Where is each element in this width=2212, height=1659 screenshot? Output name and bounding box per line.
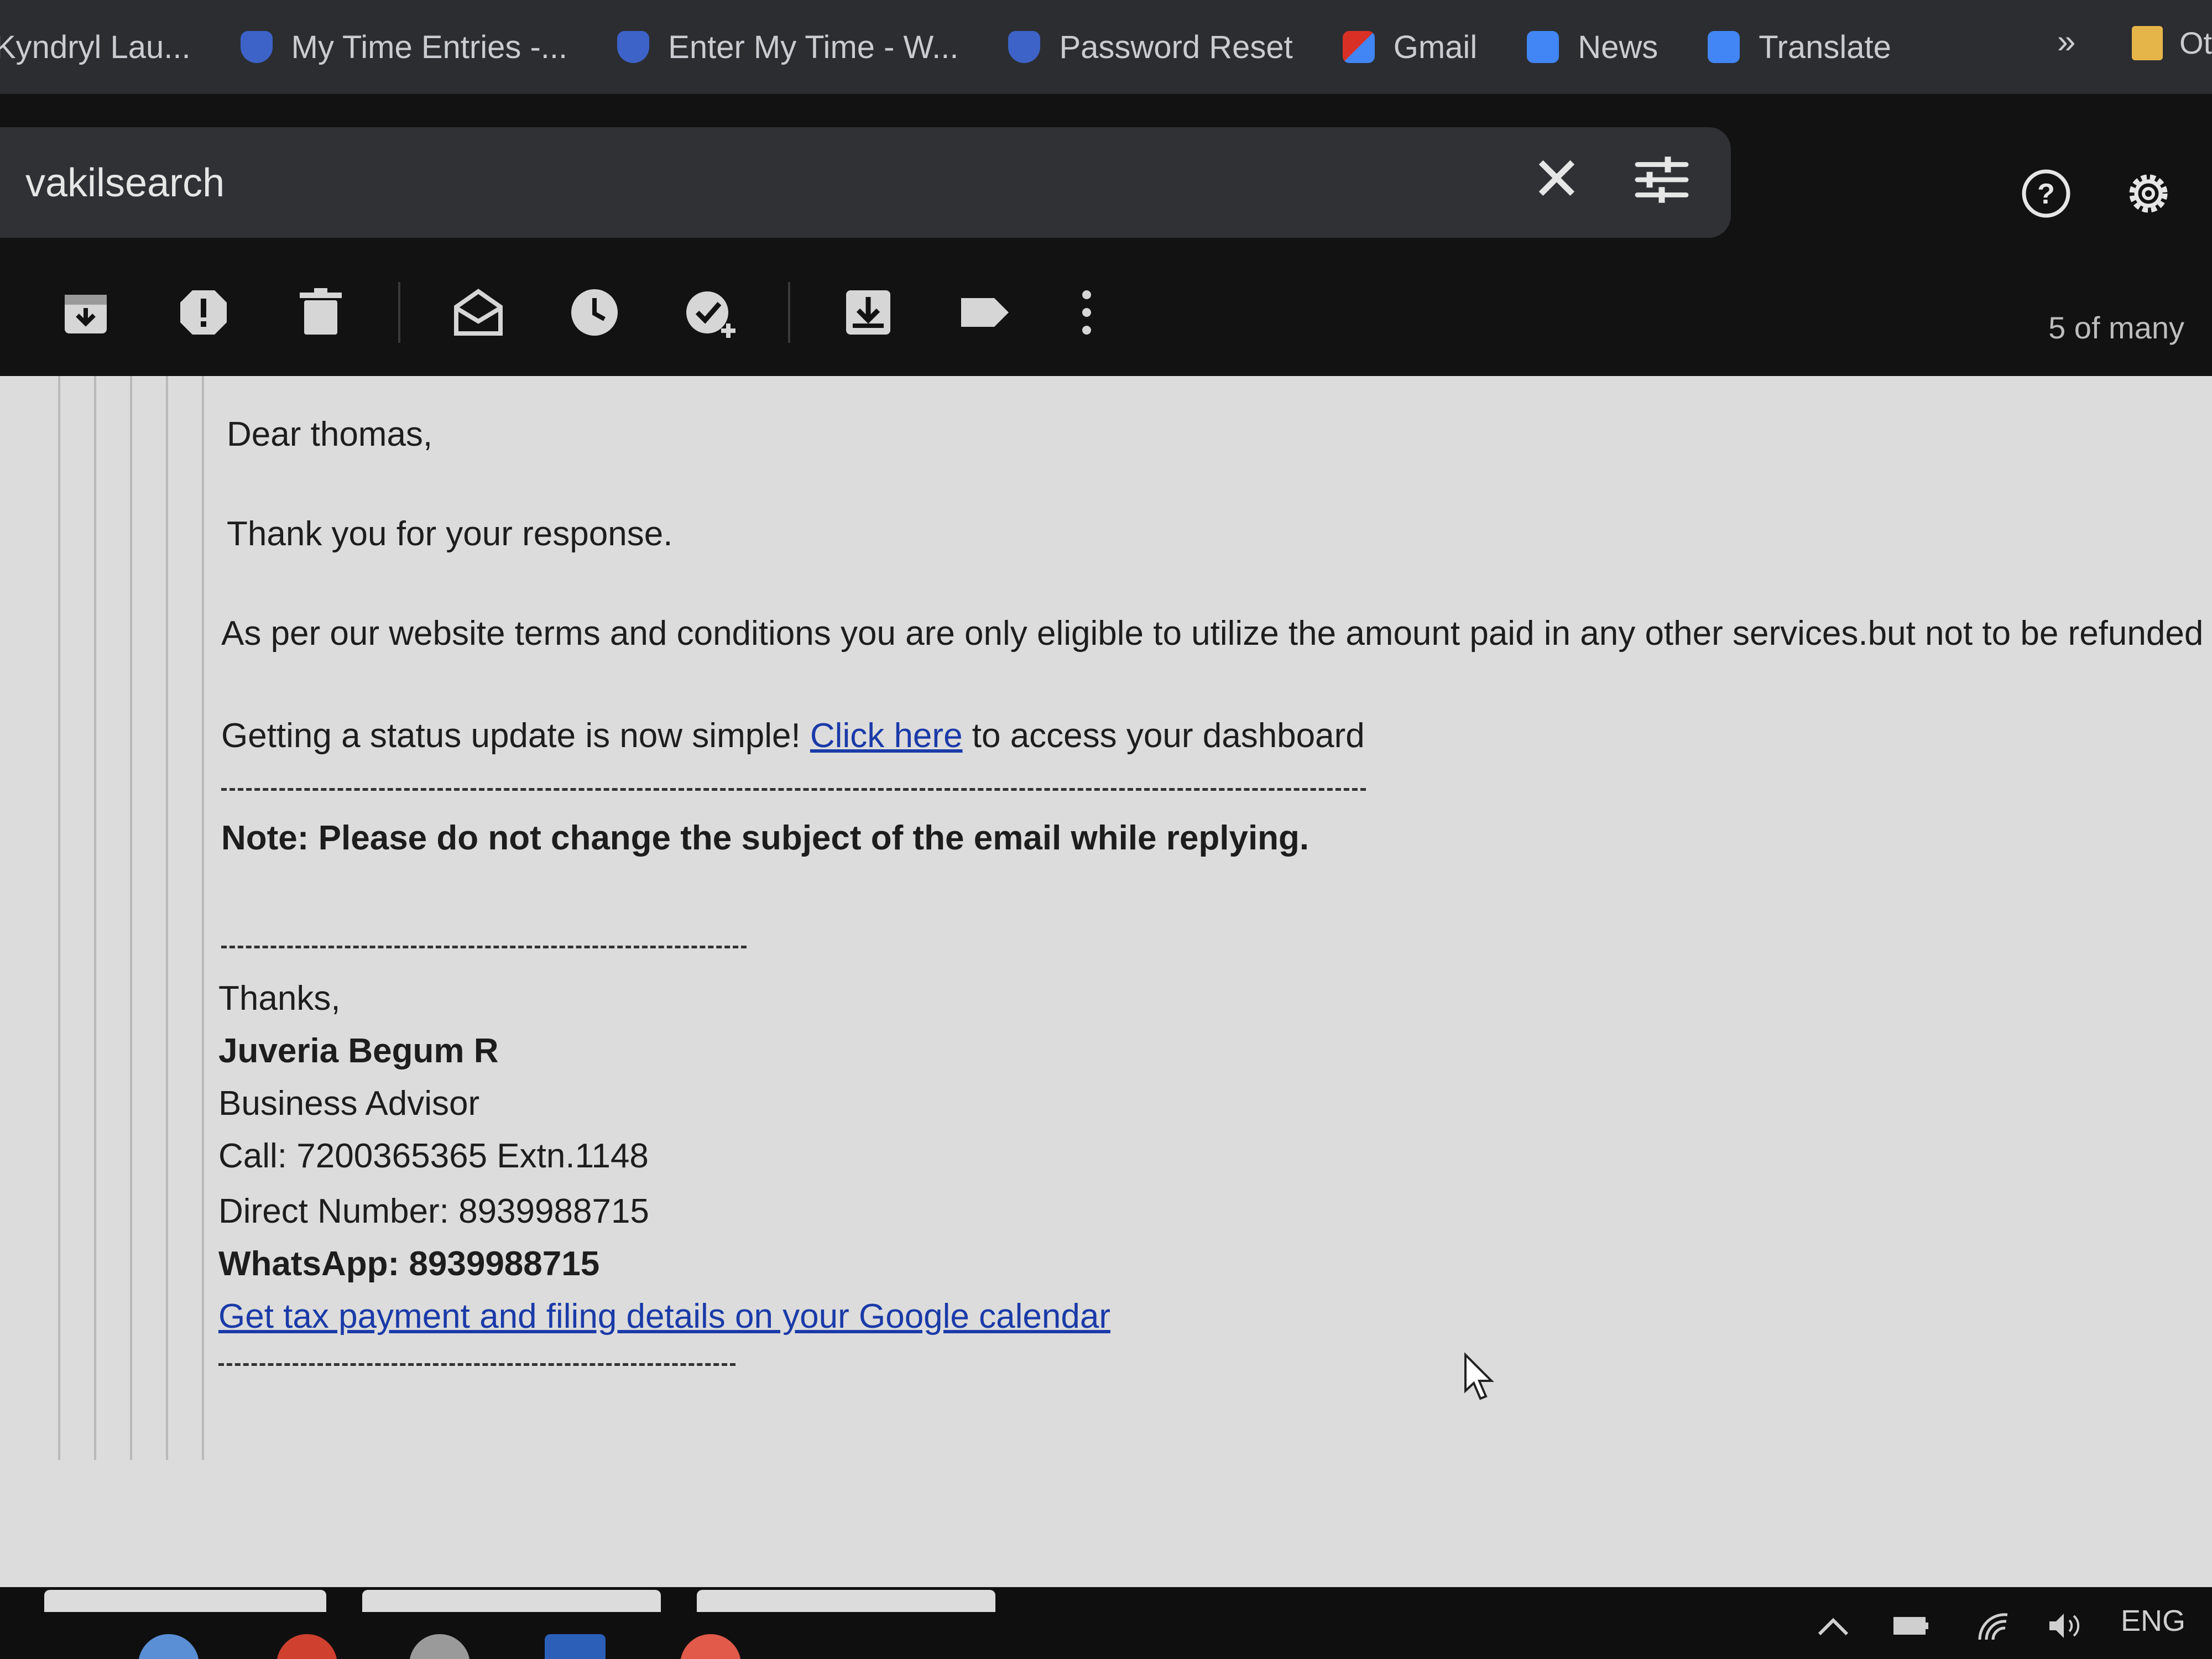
bookmark-label: Kyndryl Lau... [0, 29, 191, 65]
mark-unread-icon[interactable] [451, 285, 506, 340]
gmail-icon [1342, 31, 1375, 63]
bookmark-label: Password Reset [1059, 29, 1293, 65]
bookmark-my-time-entries[interactable]: My Time Entries -... [240, 0, 568, 94]
divider-dashed [221, 946, 747, 948]
app-icon[interactable] [138, 1634, 199, 1659]
quote-line [202, 376, 204, 1460]
signature-name: Juveria Begum R [218, 1032, 499, 1070]
wifi-icon[interactable] [1974, 1609, 2013, 1642]
bookmark-label: Gmail [1393, 29, 1478, 65]
quote-line [58, 376, 60, 1460]
volume-icon[interactable] [2046, 1609, 2085, 1642]
bookmark-kyndryl[interactable]: Kyndryl Lau... [0, 0, 191, 94]
snooze-icon[interactable] [567, 285, 622, 340]
app-icon[interactable] [276, 1634, 337, 1659]
folder-icon [2132, 25, 2163, 60]
quote-line [130, 376, 132, 1460]
bookmark-enter-my-time[interactable]: Enter My Time - W... [617, 0, 958, 94]
google-calendar-link[interactable]: Get tax payment and filing details on yo… [218, 1297, 1110, 1335]
bookmark-label: Translate [1759, 29, 1891, 65]
move-to-icon[interactable] [841, 285, 896, 340]
email-note: Note: Please do not change the subject o… [221, 819, 1310, 857]
email-terms-line: As per our website terms and conditions … [221, 614, 2204, 653]
calendar-link-line: Get tax payment and filing details on yo… [218, 1297, 1110, 1336]
divider-dashed [218, 1363, 735, 1366]
search-input[interactable]: vakilsearch [25, 160, 225, 206]
settings-app-icon[interactable] [409, 1634, 470, 1659]
shield-icon [240, 31, 273, 63]
shield-icon [617, 31, 650, 63]
app-icon[interactable] [680, 1634, 741, 1659]
word-app-icon[interactable] [545, 1634, 606, 1659]
status-prefix: Getting a status update is now simple! [221, 717, 810, 755]
archive-icon[interactable] [58, 285, 113, 340]
message-toolbar: 5 of many [0, 249, 2212, 376]
language-indicator[interactable]: ENG [2121, 1604, 2185, 1638]
signature-direct-number: Direct Number: 8939988715 [218, 1192, 649, 1230]
news-icon [1527, 31, 1559, 63]
bookmarks-bar: Kyndryl Lau... My Time Entries -... Ente… [0, 0, 2212, 94]
bookmark-gmail[interactable]: Gmail [1342, 0, 1478, 94]
close-icon[interactable]: ✕ [1526, 149, 1587, 210]
help-icon[interactable]: ? [2018, 166, 2074, 221]
taskbar: ENG [0, 1587, 2212, 1659]
bookmark-label: News [1578, 29, 1658, 65]
taskbar-window-tab[interactable] [362, 1590, 661, 1612]
bookmark-news[interactable]: News [1527, 0, 1658, 94]
taskbar-window-tab[interactable] [697, 1590, 995, 1612]
translate-icon [1708, 31, 1740, 63]
svg-text:?: ? [2037, 178, 2055, 210]
bookmark-password-reset[interactable]: Password Reset [1008, 0, 1293, 94]
message-counter: 5 of many [2048, 310, 2184, 345]
email-status-line: Getting a status update is now simple! C… [221, 716, 1365, 755]
signature-whatsapp: WhatsApp: 8939988715 [218, 1245, 600, 1283]
quote-line [166, 376, 168, 1460]
status-suffix: to access your dashboard [962, 717, 1365, 755]
email-content: Dear thomas, Thank you for your response… [0, 376, 2212, 1587]
toolbar-divider [788, 282, 790, 343]
battery-icon[interactable] [1891, 1609, 1930, 1642]
email-signoff: Thanks, [218, 979, 341, 1018]
shield-icon [1008, 31, 1041, 63]
bookmark-translate[interactable]: Translate [1708, 0, 1891, 94]
settings-icon[interactable] [2121, 166, 2176, 221]
search-header: vakilsearch ✕ ? [0, 94, 2212, 249]
more-icon[interactable] [1059, 285, 1114, 340]
mouse-cursor-icon [1464, 1352, 1494, 1400]
more-bookmarks-button[interactable]: » [2057, 22, 2075, 60]
quote-line [94, 376, 96, 1460]
bookmark-label: Enter My Time - W... [668, 29, 959, 65]
search-options-icon[interactable] [1631, 149, 1692, 210]
dashboard-link[interactable]: Click here [810, 717, 963, 755]
search-bar[interactable]: vakilsearch ✕ [0, 127, 1731, 238]
signature-title: Business Advisor [218, 1084, 480, 1123]
other-bookmarks-folder[interactable]: Ot [2132, 25, 2212, 61]
email-greeting: Dear thomas, [227, 415, 433, 453]
taskbar-window-tab[interactable] [44, 1590, 326, 1612]
signature-call: Call: 7200365365 Extn.1148 [218, 1137, 649, 1175]
label-icon[interactable] [957, 285, 1012, 340]
delete-icon[interactable] [293, 285, 348, 340]
toolbar-divider [398, 282, 400, 343]
report-spam-icon[interactable] [176, 285, 231, 340]
email-thanks-line: Thank you for your response. [227, 515, 673, 553]
chevron-up-icon[interactable] [1814, 1609, 1853, 1642]
add-to-tasks-icon[interactable] [683, 285, 738, 340]
divider-dashed [221, 788, 1366, 791]
folder-label: Ot [2179, 25, 2212, 60]
bookmark-label: My Time Entries -... [291, 29, 568, 65]
